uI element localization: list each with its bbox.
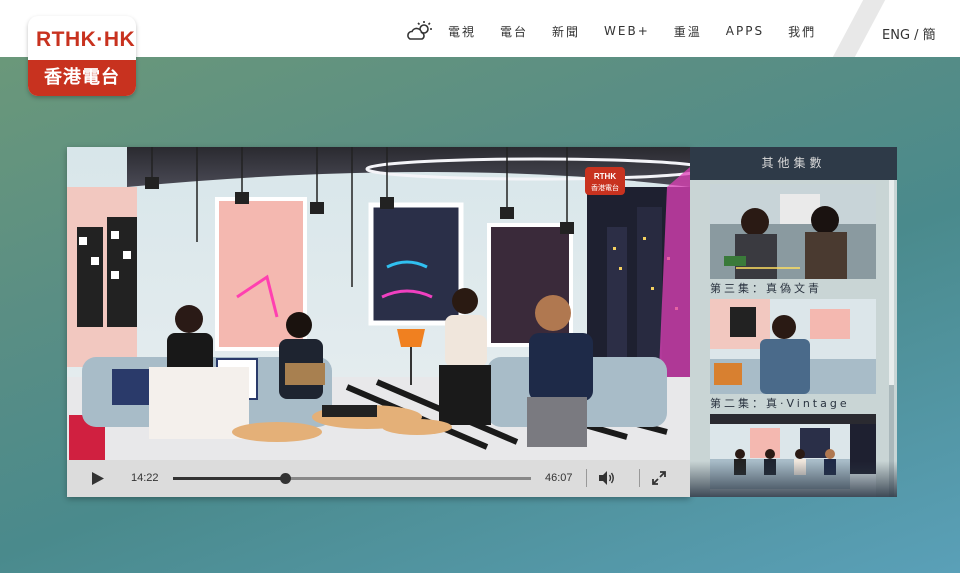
episode-item-2[interactable]: 第二集：真·Vintage [710, 299, 876, 414]
episode-item-1[interactable] [710, 414, 876, 497]
nav-item-radio[interactable]: 電台 [500, 23, 528, 40]
play-icon[interactable] [91, 471, 105, 486]
video-frame[interactable]: RTHK 香港電台 [67, 147, 690, 460]
nav-item-about[interactable]: 我們 [788, 23, 816, 40]
control-divider [586, 469, 587, 487]
nav-item-tv[interactable]: 電視 [448, 23, 476, 40]
logo-text-en: RTHK·HK [36, 28, 136, 51]
weather-partly-cloudy-icon[interactable] [406, 20, 434, 42]
episode-thumbnail[interactable] [710, 184, 876, 279]
other-episodes-panel: 其他集數 第三集：真偽文青 第二集：真·Vintage [690, 147, 897, 497]
scrollbar-thumb[interactable] [889, 180, 894, 385]
fullscreen-icon[interactable] [652, 471, 666, 485]
progress-bar[interactable] [173, 473, 531, 484]
control-divider [639, 469, 640, 487]
episode-item-3[interactable]: 第三集：真偽文青 [710, 184, 876, 299]
svg-text:RTHK: RTHK [594, 172, 616, 181]
svg-text:香港電台: 香港電台 [591, 183, 619, 192]
main-nav: 電視 電台 新聞 WEB+ 重溫 APPS 我們 [406, 18, 840, 44]
nav-item-apps[interactable]: APPS [726, 24, 764, 38]
nav-item-news[interactable]: 新聞 [552, 23, 580, 40]
current-time: 14:22 [131, 472, 159, 484]
header-divider [832, 0, 886, 57]
progress-handle[interactable] [279, 473, 291, 484]
episode-label[interactable]: 第二集：真·Vintage [710, 394, 876, 414]
episode-thumbnail[interactable] [710, 414, 876, 497]
player-controls: 14:22 46:07 [67, 460, 690, 497]
episode-label[interactable]: 第三集：真偽文青 [710, 279, 876, 299]
duration-time: 46:07 [545, 472, 573, 484]
volume-icon[interactable] [598, 470, 616, 486]
progress-fill [173, 477, 285, 480]
tv-studio-scene-image: RTHK 香港電台 [67, 147, 690, 460]
rthk-logo[interactable]: RTHK·HK 香港電台 [28, 16, 136, 96]
logo-text-zh: 香港電台 [28, 60, 136, 96]
video-player: RTHK 香港電台 14:22 46:07 [67, 147, 690, 497]
nav-item-replay[interactable]: 重溫 [674, 23, 702, 40]
language-switch[interactable]: ENG / 簡 [882, 24, 936, 43]
episodes-list: 第三集：真偽文青 第二集：真·Vintage [690, 180, 897, 497]
nav-item-web-plus[interactable]: WEB+ [604, 24, 650, 38]
episode-thumbnail[interactable] [710, 299, 876, 394]
episodes-scrollbar[interactable] [889, 180, 894, 497]
episodes-title: 其他集數 [761, 156, 826, 170]
